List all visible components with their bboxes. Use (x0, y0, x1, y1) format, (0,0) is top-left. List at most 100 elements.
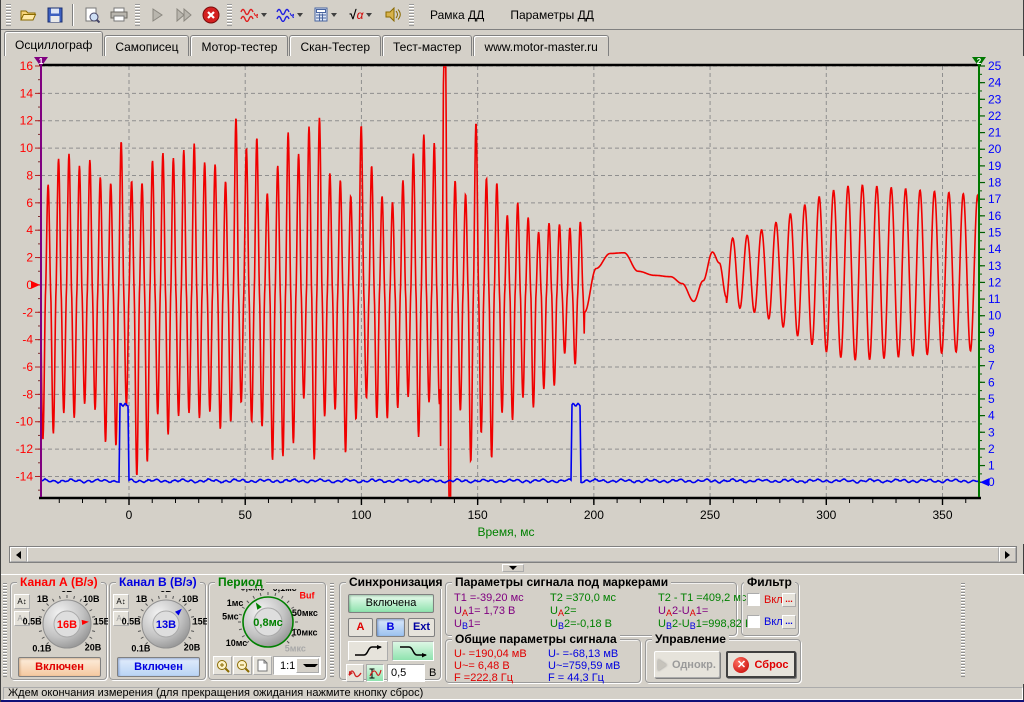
t1-value: T1 =-39,20 мс (454, 592, 550, 604)
svg-text:-14: -14 (16, 469, 34, 483)
toolbar-grip[interactable] (227, 4, 232, 26)
filter-b-more-button[interactable]: ... (782, 615, 796, 629)
filter-b-checkbox[interactable] (747, 615, 760, 628)
svg-text:0: 0 (988, 475, 995, 489)
svg-text:2: 2 (26, 251, 33, 265)
svg-text:50: 50 (239, 508, 253, 522)
tab-recorder[interactable]: Самописец (104, 35, 189, 56)
tab-scan-tester[interactable]: Скан-Тестер (289, 35, 381, 56)
svg-text:10В: 10В (83, 594, 100, 604)
svg-text:25: 25 (988, 59, 1002, 73)
sync-source-a-button[interactable]: А (348, 618, 373, 637)
general-params-group: Общие параметры сигнала U- =190,04 мВ U~… (445, 639, 641, 683)
tab-test-master[interactable]: Тест-мастер (382, 35, 472, 56)
svg-text:13: 13 (988, 259, 1002, 273)
print-preview-button[interactable] (79, 3, 104, 27)
play-button[interactable] (144, 3, 169, 27)
svg-text:23: 23 (988, 92, 1002, 106)
svg-text:8: 8 (26, 168, 33, 182)
channel-a-enabled-button[interactable]: Включен (18, 657, 101, 677)
channel-a-knob[interactable]: 5В10В15В20В1В0.5В0.1В16В (11, 591, 108, 660)
svg-text:10В: 10В (182, 594, 199, 604)
period-knob[interactable]: 0,5мс0,1мсBuf1мс50мкс5мс10мкс10мс5мкс0,8… (209, 589, 327, 658)
panel-grip[interactable] (3, 583, 7, 677)
channel-a-dc-value: U- =190,04 мВ (454, 648, 527, 660)
stop-icon (202, 6, 220, 24)
sound-button[interactable] (380, 3, 405, 27)
svg-text:15В: 15В (193, 617, 207, 627)
channel-a-title: Канал А (В/э) (17, 575, 101, 589)
svg-text:-6: -6 (22, 360, 33, 374)
sync-source-b-button[interactable]: В (376, 618, 405, 637)
trigger-mode-button[interactable] (346, 664, 364, 682)
svg-text:15: 15 (988, 225, 1002, 239)
rising-edge-button[interactable] (348, 641, 388, 661)
toolbar-grip[interactable] (409, 4, 414, 26)
zoom-ratio-dropdown[interactable] (296, 658, 320, 673)
tab-bar: Осциллограф Самописец Мотор-тестер Скан-… (1, 30, 1023, 56)
channel-b-enabled-button[interactable]: Включен (117, 657, 200, 677)
params-dd-button[interactable]: Параметры ДД (497, 3, 607, 27)
dropdown-icon (303, 664, 319, 667)
scroll-left-icon (16, 551, 21, 559)
scrollbar-thumb[interactable] (27, 547, 999, 562)
svg-text:5: 5 (988, 392, 995, 406)
frame-dd-button[interactable]: Рамка ДД (417, 3, 497, 27)
general-params-title: Общие параметры сигнала (452, 632, 620, 646)
channel-b-group: Канал В (В/э) A↕ A↕ 5В10В15В20В1В0.5В0.1… (109, 582, 206, 680)
zoom-ratio-select[interactable]: 1:1 (273, 656, 321, 675)
svg-text:15В: 15В (94, 617, 108, 627)
math-functions-button[interactable]: √ α (344, 3, 378, 27)
tab-website[interactable]: www.motor-master.ru (473, 35, 608, 56)
open-file-button[interactable] (15, 3, 40, 27)
ua2-minus-ua1-value: UА2-UА1= (658, 605, 708, 618)
zoom-out-button[interactable] (233, 656, 252, 675)
svg-text:24: 24 (988, 76, 1002, 90)
zoom-ratio-value: 1:1 (274, 660, 296, 672)
channel-a-settings-button[interactable] (236, 3, 270, 27)
sync-source-ext-button[interactable]: Ext (408, 618, 435, 637)
falling-edge-button[interactable] (392, 641, 434, 661)
panel-grip[interactable] (961, 583, 965, 677)
channel-b-knob[interactable]: 5В10В15В20В1В0.5В0.1В13В (110, 591, 207, 660)
filter-b-label: Вкл (764, 616, 783, 628)
calculator-button[interactable] (308, 3, 342, 27)
save-button[interactable] (42, 3, 67, 27)
stop-button[interactable] (198, 3, 223, 27)
channel-b-settings-button[interactable] (272, 3, 306, 27)
toolbar-grip[interactable] (6, 4, 11, 26)
channel-a-freq-value: F =222,8 Гц (454, 672, 513, 684)
filter-a-checkbox[interactable] (747, 593, 760, 606)
scroll-right-button[interactable] (999, 547, 1016, 562)
horizontal-scrollbar[interactable] (9, 546, 1017, 563)
filter-a-more-button[interactable]: ... (782, 593, 796, 607)
tab-oscillograph[interactable]: Осциллограф (4, 31, 103, 56)
collapse-panel-button[interactable] (502, 564, 524, 572)
toolbar-grip[interactable] (135, 4, 140, 26)
toolbar-separator (72, 4, 74, 26)
svg-text:2: 2 (977, 57, 982, 66)
svg-text:0,8мс: 0,8мс (253, 617, 282, 629)
new-view-button[interactable] (253, 656, 272, 675)
zoom-in-button[interactable] (213, 656, 232, 675)
trigger-level-input[interactable] (387, 664, 425, 682)
sync-enabled-button[interactable]: Включена (348, 594, 434, 613)
svg-text:-8: -8 (22, 387, 33, 401)
svg-text:13В: 13В (156, 619, 176, 631)
oscillogram-plot[interactable]: 1614121086420-2-4-6-8-10-12-142524232221… (1, 56, 1024, 544)
single-shot-label: Однокр. (672, 659, 716, 671)
panel-grip[interactable] (330, 583, 334, 677)
reset-button[interactable]: ✕ Сброс (726, 651, 796, 678)
marker-params-title: Параметры сигнала под маркерами (452, 575, 671, 589)
svg-text:8: 8 (988, 342, 995, 356)
trigger-level-button[interactable] (366, 664, 384, 682)
marker-params-row2: UА1= 1,73 ВUА2=UА2-UА1= (454, 605, 708, 618)
tab-motor-tester[interactable]: Мотор-тестер (190, 35, 288, 56)
svg-text:200: 200 (584, 508, 604, 522)
fast-forward-button[interactable] (171, 3, 196, 27)
dropdown-caret (297, 13, 303, 17)
svg-text:1В: 1В (37, 594, 49, 604)
print-button[interactable] (106, 3, 131, 27)
single-shot-button[interactable]: Однокр. (654, 651, 720, 678)
scroll-left-button[interactable] (10, 547, 27, 562)
